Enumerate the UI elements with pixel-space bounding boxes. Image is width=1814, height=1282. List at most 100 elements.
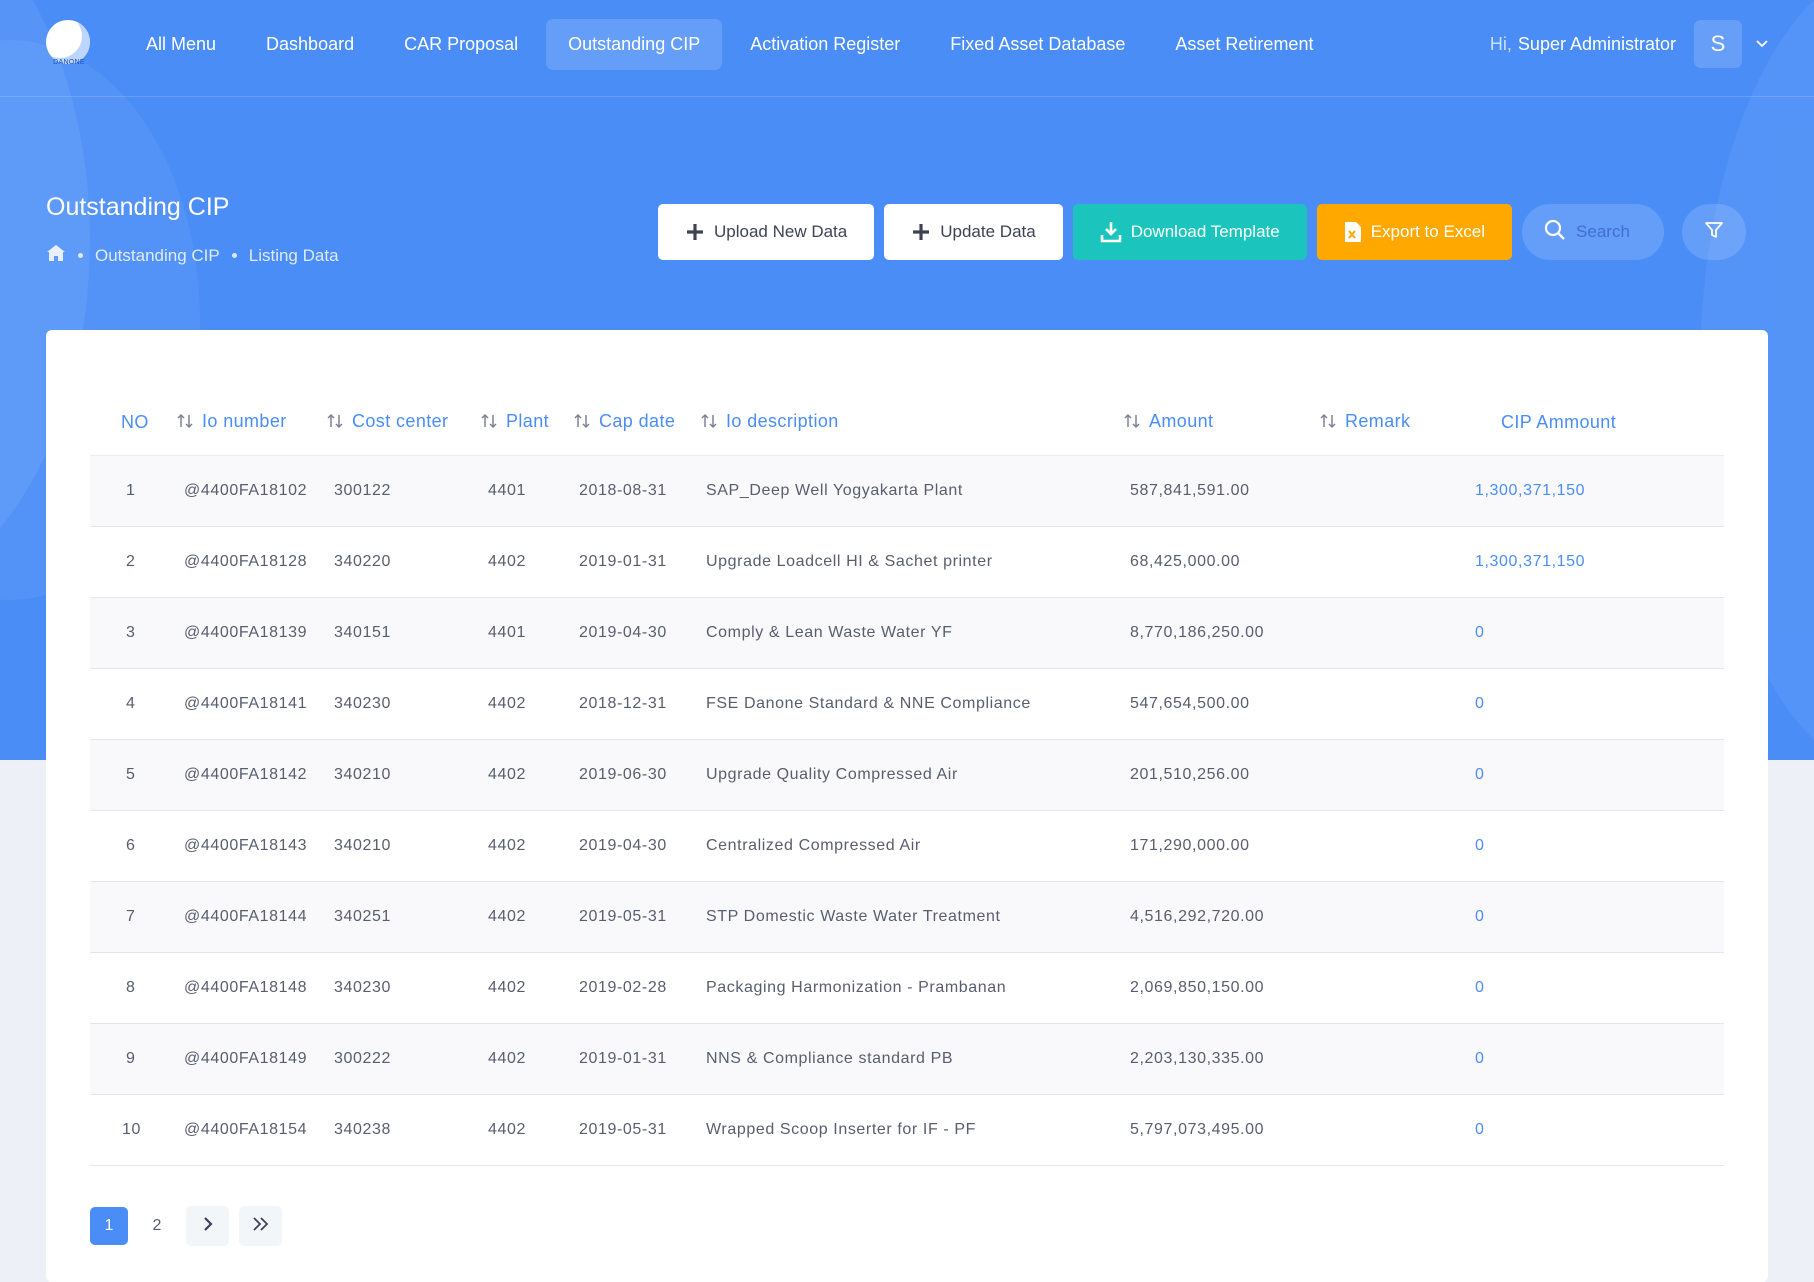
cell-amount: 4,516,292,720.00 (1123, 881, 1319, 953)
cell-cost-center: 340230 (326, 668, 480, 740)
cell-no: 3 (90, 597, 176, 669)
user-menu[interactable]: Hi, Super Administrator S (1490, 19, 1768, 69)
cell-plant: 4402 (480, 952, 573, 1024)
breadcrumb-separator (231, 253, 237, 258)
cell-plant: 4402 (480, 739, 573, 811)
cell-plant: 4402 (480, 1023, 573, 1095)
cell-plant: 4401 (480, 455, 573, 527)
table-row[interactable]: 3 @4400FA18139 340151 4401 2019-04-30 Co… (90, 597, 1724, 669)
cell-io-description: Comply & Lean Waste Water YF (700, 597, 1123, 669)
cell-cip-amount[interactable]: 0 (1475, 668, 1724, 740)
sort-icon (1319, 413, 1337, 434)
column-header-io-description[interactable]: Io description (700, 390, 1123, 456)
nav-item-outstanding-cip[interactable]: Outstanding CIP (546, 19, 723, 70)
cell-amount: 587,841,591.00 (1123, 455, 1319, 527)
table-row[interactable]: 8 @4400FA18148 340230 4402 2019-02-28 Pa… (90, 952, 1724, 1024)
brand-logo-icon[interactable] (46, 20, 90, 64)
cell-cap-date: 2019-02-28 (573, 952, 700, 1024)
search-input[interactable] (1576, 222, 1667, 242)
column-header-remark[interactable]: Remark (1319, 390, 1475, 456)
nav-item-car-proposal[interactable]: CAR Proposal (382, 19, 540, 70)
cell-cip-amount[interactable]: 0 (1475, 739, 1724, 811)
cell-io-number: @4400FA18148 (176, 952, 326, 1024)
plus-icon (911, 222, 931, 242)
cell-cip-amount[interactable]: 0 (1475, 952, 1724, 1024)
cell-cap-date: 2019-05-31 (573, 1094, 700, 1166)
cell-cip-amount[interactable]: 0 (1475, 881, 1724, 953)
download-template-button[interactable]: Download Template (1072, 204, 1307, 260)
cell-no: 2 (90, 526, 176, 598)
page-title: Outstanding CIP (46, 193, 230, 221)
table-row[interactable]: 4 @4400FA18141 340230 4402 2018-12-31 FS… (90, 668, 1724, 740)
export-to-excel-button[interactable]: Export to Excel (1316, 204, 1513, 260)
cell-amount: 201,510,256.00 (1123, 739, 1319, 811)
column-header-io-number[interactable]: Io number (176, 390, 326, 456)
next-page-button[interactable] (186, 1206, 229, 1246)
column-header-cip-amount[interactable]: CIP Ammount (1475, 390, 1724, 456)
cell-io-number: @4400FA18142 (176, 739, 326, 811)
nav-item-activation-register[interactable]: Activation Register (728, 19, 922, 70)
table-row[interactable]: 10 @4400FA18154 340238 4402 2019-05-31 W… (90, 1094, 1724, 1166)
cell-remark (1319, 952, 1475, 1024)
export-to-excel-label: Export to Excel (1370, 222, 1486, 241)
chevron-down-icon[interactable] (1756, 40, 1768, 48)
cell-cip-amount[interactable]: 1,300,371,150 (1475, 526, 1724, 598)
nav-item-dashboard[interactable]: Dashboard (244, 19, 376, 70)
column-header-cap-date[interactable]: Cap date (573, 390, 700, 456)
column-header-cost-center[interactable]: Cost center (326, 390, 480, 456)
table-row[interactable]: 9 @4400FA18149 300222 4402 2019-01-31 NN… (90, 1023, 1724, 1095)
cell-no: 10 (90, 1094, 176, 1166)
cell-cip-amount[interactable]: 1,300,371,150 (1475, 455, 1724, 527)
cell-cip-amount[interactable]: 0 (1475, 1094, 1724, 1166)
table-row[interactable]: 1 @4400FA18102 300122 4401 2018-08-31 SA… (90, 455, 1724, 527)
breadcrumb-separator (78, 253, 83, 258)
cell-io-description: Upgrade Quality Compressed Air (700, 739, 1123, 811)
cell-plant: 4402 (480, 881, 573, 953)
cell-no: 5 (90, 739, 176, 811)
cell-cip-amount[interactable]: 0 (1475, 810, 1724, 882)
cell-cost-center: 300122 (326, 455, 480, 527)
cell-io-description: Centralized Compressed Air (700, 810, 1123, 882)
cell-io-number: @4400FA18154 (176, 1094, 326, 1166)
filter-button[interactable] (1682, 204, 1747, 260)
cell-cip-amount[interactable]: 0 (1475, 1023, 1724, 1095)
cell-cap-date: 2019-01-31 (573, 526, 700, 598)
cell-cip-amount[interactable]: 0 (1475, 597, 1724, 669)
breadcrumb-item-outstanding-cip[interactable]: Outstanding CIP (95, 246, 220, 266)
cell-cap-date: 2019-05-31 (573, 881, 700, 953)
sort-icon (176, 413, 194, 434)
table-row[interactable]: 5 @4400FA18142 340210 4402 2019-06-30 Up… (90, 739, 1724, 811)
column-header-no[interactable]: NO (90, 390, 176, 456)
cell-amount: 2,203,130,335.00 (1123, 1023, 1319, 1095)
upload-new-data-button[interactable]: Upload New Data (658, 204, 875, 260)
cell-remark (1319, 810, 1475, 882)
page-button-1[interactable]: 1 (90, 1207, 128, 1245)
cell-cap-date: 2019-06-30 (573, 739, 700, 811)
cell-io-number: @4400FA18128 (176, 526, 326, 598)
nav-item-fixed-asset-database[interactable]: Fixed Asset Database (928, 19, 1147, 70)
cell-io-number: @4400FA18144 (176, 881, 326, 953)
nav-item-all-menu[interactable]: All Menu (124, 19, 238, 70)
column-header-plant[interactable]: Plant (480, 390, 573, 456)
table-row[interactable]: 7 @4400FA18144 340251 4402 2019-05-31 ST… (90, 881, 1724, 953)
column-header-amount[interactable]: Amount (1123, 390, 1319, 456)
breadcrumb-item-listing-data[interactable]: Listing Data (249, 246, 339, 266)
cell-cap-date: 2019-04-30 (573, 810, 700, 882)
page-button-2[interactable]: 2 (138, 1207, 176, 1245)
cell-remark (1319, 668, 1475, 740)
cell-io-number: @4400FA18139 (176, 597, 326, 669)
avatar[interactable]: S (1694, 20, 1742, 68)
cell-no: 8 (90, 952, 176, 1024)
cell-io-description: NNS & Compliance standard PB (700, 1023, 1123, 1095)
cell-cost-center: 340151 (326, 597, 480, 669)
home-icon[interactable] (46, 244, 66, 267)
search-icon (1544, 219, 1566, 246)
nav-item-asset-retirement[interactable]: Asset Retirement (1153, 19, 1335, 70)
cell-no: 9 (90, 1023, 176, 1095)
update-data-button[interactable]: Update Data (884, 204, 1063, 260)
table-row[interactable]: 2 @4400FA18128 340220 4402 2019-01-31 Up… (90, 526, 1724, 598)
table-row[interactable]: 6 @4400FA18143 340210 4402 2019-04-30 Ce… (90, 810, 1724, 882)
cell-cap-date: 2018-08-31 (573, 455, 700, 527)
search-box[interactable] (1522, 204, 1667, 260)
last-page-button[interactable] (239, 1206, 282, 1246)
